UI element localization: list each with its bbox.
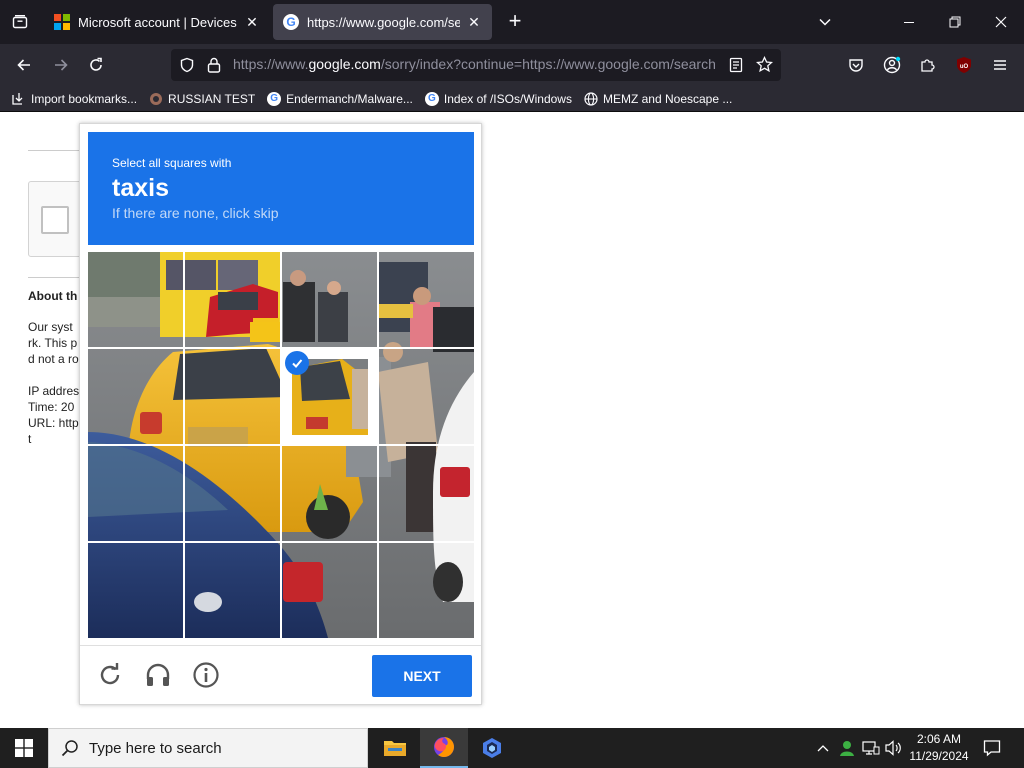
- browser-tab-bar: Microsoft account | Devices ✕ G https://…: [0, 0, 1024, 44]
- tab-title: https://www.google.com/search: [307, 14, 460, 30]
- tab-microsoft-account[interactable]: Microsoft account | Devices ✕: [44, 4, 270, 40]
- request-details-text: IP addres Time: 20 URL: http t: [28, 384, 80, 446]
- close-tab-icon[interactable]: ✕: [244, 14, 260, 30]
- bookmark-star-icon[interactable]: [755, 55, 774, 78]
- system-clock[interactable]: 2:06 AM 11/29/2024: [906, 731, 972, 765]
- bookmark-russian-test[interactable]: RUSSIAN TEST: [149, 92, 255, 106]
- image-tile[interactable]: [88, 543, 183, 638]
- target-object-text: taxis: [112, 174, 169, 202]
- bookmark-label: RUSSIAN TEST: [168, 91, 256, 106]
- import-icon: [12, 92, 26, 106]
- image-tile[interactable]: [88, 446, 183, 541]
- globe-icon: [584, 91, 598, 106]
- ublock-origin-icon[interactable]: uO: [952, 53, 976, 77]
- image-tile[interactable]: [185, 252, 280, 347]
- not-a-robot-checkbox[interactable]: [41, 206, 69, 234]
- extensions-puzzle-icon[interactable]: [916, 53, 940, 77]
- start-button[interactable]: [0, 728, 48, 768]
- info-icon[interactable]: [189, 658, 223, 692]
- image-tile[interactable]: [282, 543, 377, 638]
- about-heading: About th: [28, 289, 78, 303]
- volume-icon[interactable]: [883, 728, 905, 768]
- image-tile[interactable]: [88, 349, 183, 444]
- russian-test-icon: [149, 92, 163, 106]
- instruction-text: Select all squares with: [112, 156, 232, 170]
- chevron-down-icon[interactable]: [813, 10, 837, 34]
- tracking-protection-shield-icon[interactable]: [179, 57, 195, 78]
- checkmark-icon: [285, 351, 309, 375]
- image-tile[interactable]: [185, 543, 280, 638]
- image-tile[interactable]: [185, 446, 280, 541]
- hamburger-menu-icon[interactable]: [988, 53, 1012, 77]
- list-all-tabs-icon[interactable]: [8, 10, 32, 34]
- clock-date: 11/29/2024: [909, 749, 969, 763]
- user-status-icon[interactable]: [836, 728, 858, 768]
- reload-challenge-icon[interactable]: [93, 658, 127, 692]
- back-arrow-icon[interactable]: [12, 53, 36, 77]
- microsoft-logo-icon: [54, 14, 70, 30]
- search-icon: [61, 739, 79, 757]
- bookmark-import[interactable]: Import bookmarks...: [12, 92, 137, 106]
- file-explorer-icon[interactable]: [371, 728, 419, 768]
- app-taskbar-icon[interactable]: [468, 728, 516, 768]
- image-tile[interactable]: [379, 543, 474, 638]
- restore-button[interactable]: [943, 10, 967, 34]
- network-icon[interactable]: [860, 728, 882, 768]
- reload-icon[interactable]: [84, 53, 108, 77]
- bookmark-label: MEMZ and Noescape ...: [602, 91, 733, 106]
- next-button[interactable]: NEXT: [372, 655, 472, 697]
- google-logo-icon: G: [283, 14, 299, 30]
- windows-taskbar: 2:06 AM 11/29/2024: [0, 728, 1024, 768]
- taskbar-search-box[interactable]: [48, 728, 368, 768]
- image-grid: [88, 252, 474, 638]
- account-icon[interactable]: [880, 53, 904, 77]
- image-tile[interactable]: [379, 252, 474, 347]
- image-tile[interactable]: [379, 349, 474, 444]
- svg-text:uO: uO: [960, 64, 969, 70]
- bookmark-endermanch-malware[interactable]: G Endermanch/Malware...: [267, 91, 413, 106]
- notification-center-icon[interactable]: [978, 728, 1006, 768]
- lock-icon[interactable]: [206, 56, 222, 79]
- skip-hint-text: If there are none, click skip: [112, 205, 279, 221]
- google-icon: G: [424, 91, 439, 106]
- image-tile[interactable]: [379, 446, 474, 541]
- audio-challenge-headphones-icon[interactable]: [141, 658, 175, 692]
- challenge-header: Select all squares with taxis If there a…: [88, 132, 474, 245]
- tab-title: Microsoft account | Devices: [78, 14, 237, 30]
- close-tab-icon[interactable]: ✕: [466, 14, 482, 30]
- recaptcha-challenge-dialog: Select all squares with taxis If there a…: [79, 123, 482, 705]
- bookmark-index-isos[interactable]: G Index of /ISOs/Windows: [424, 91, 572, 106]
- image-tile[interactable]: [88, 252, 183, 347]
- new-tab-button[interactable]: +: [504, 10, 526, 32]
- tab-google-search[interactable]: G https://www.google.com/search ✕: [273, 4, 492, 40]
- windows-logo-icon: [15, 739, 33, 757]
- bookmark-label: Import bookmarks...: [31, 91, 138, 106]
- bookmark-label: Endermanch/Malware...: [286, 91, 413, 106]
- challenge-footer: NEXT: [80, 645, 481, 705]
- clock-time: 2:06 AM: [916, 732, 962, 746]
- firefox-taskbar-icon[interactable]: [420, 728, 468, 768]
- google-icon: G: [267, 91, 282, 106]
- reader-view-icon[interactable]: [729, 57, 743, 78]
- search-input[interactable]: [89, 739, 349, 757]
- minimize-button[interactable]: [897, 10, 921, 34]
- image-tile[interactable]: [282, 446, 377, 541]
- bookmark-label: Index of /ISOs/Windows: [443, 91, 572, 106]
- navigation-toolbar: https://www.google.com/sorry/index?conti…: [0, 44, 1024, 86]
- bookmarks-toolbar: Import bookmarks... RUSSIAN TEST G Ender…: [0, 86, 1024, 112]
- show-hidden-icons-chevron-icon[interactable]: [812, 728, 834, 768]
- image-tile[interactable]: [282, 252, 377, 347]
- bookmark-memz[interactable]: MEMZ and Noescape ...: [584, 92, 732, 106]
- close-window-button[interactable]: [989, 10, 1013, 34]
- url-text[interactable]: https://www.google.com/sorry/index?conti…: [233, 56, 715, 74]
- explanation-text: Our syst rk. This p d not a ro: [28, 320, 79, 366]
- address-bar[interactable]: https://www.google.com/sorry/index?conti…: [171, 49, 781, 81]
- pocket-icon[interactable]: [844, 53, 868, 77]
- forward-arrow-icon[interactable]: [49, 53, 73, 77]
- image-tile[interactable]: [185, 349, 280, 444]
